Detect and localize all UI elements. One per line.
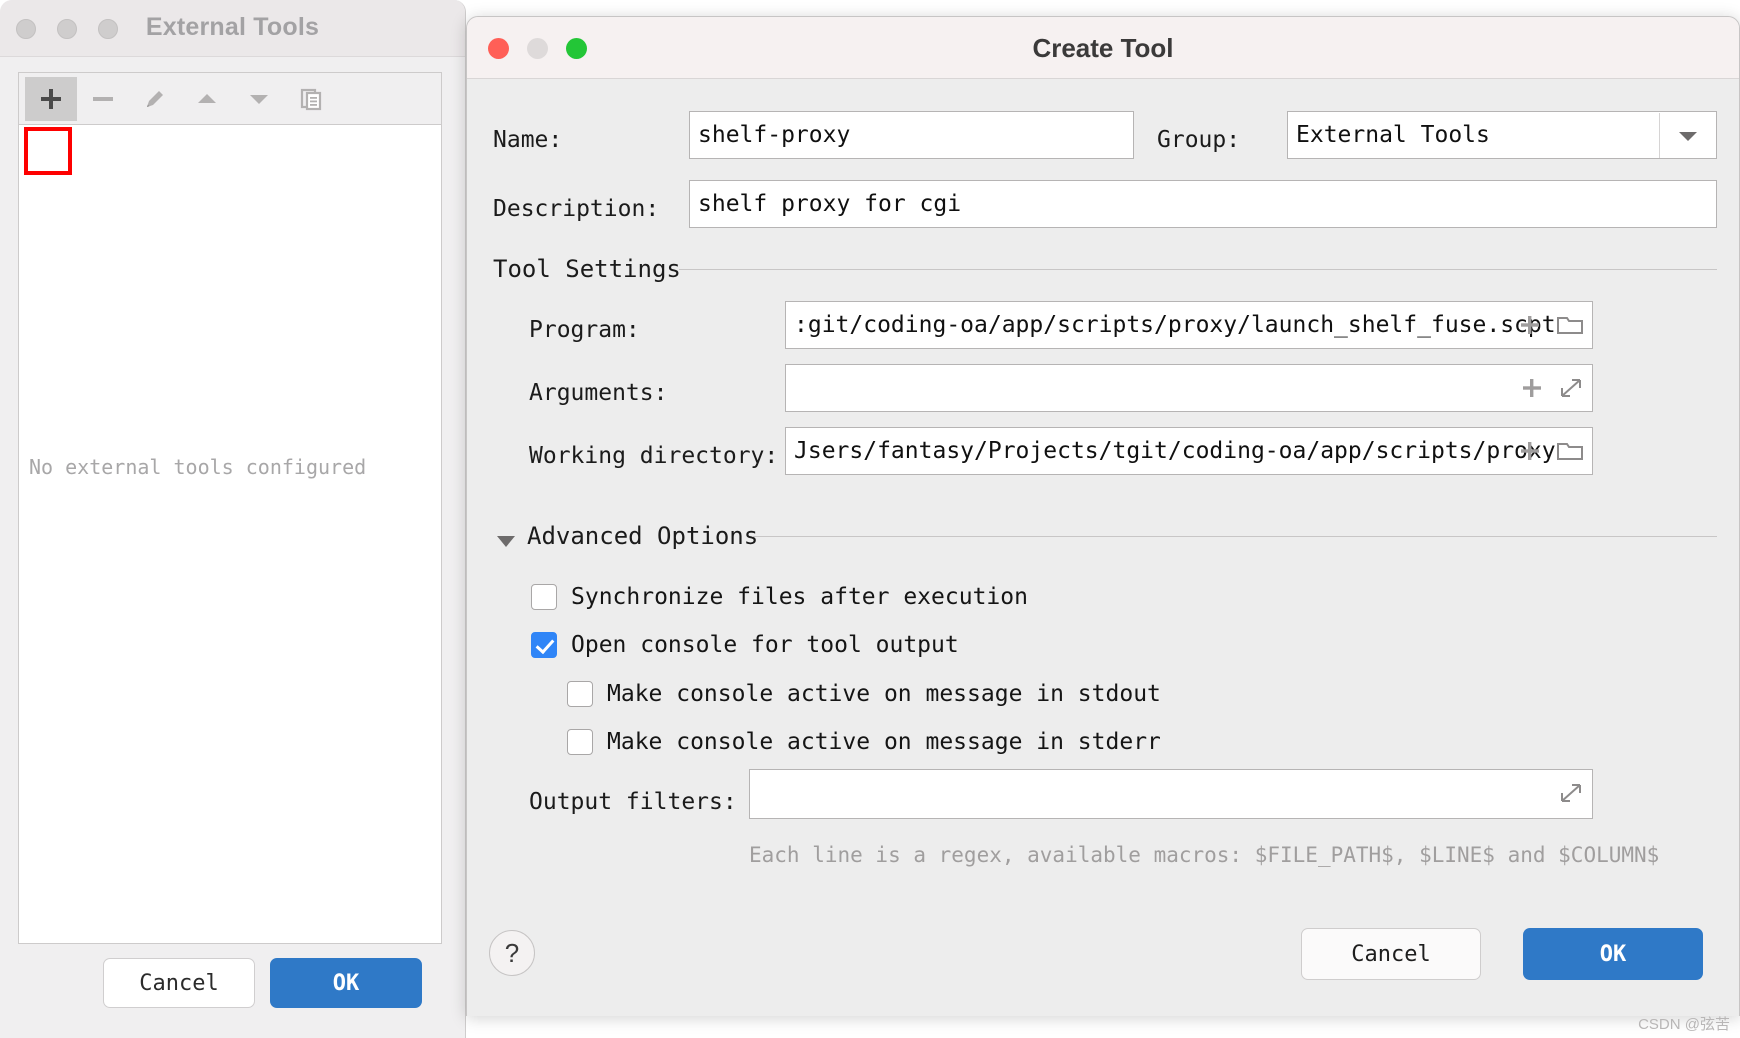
create-tool-body: Name: shelf-proxy Group: External Tools … — [467, 79, 1739, 1016]
external-tools-empty-message: No external tools configured — [29, 455, 367, 479]
move-tool-up-button[interactable] — [181, 77, 233, 121]
working-directory-value: Jsers/fantasy/Projects/tgit/coding-oa/ap… — [794, 438, 1556, 464]
copy-icon — [300, 88, 322, 110]
working-directory-field-icons — [1518, 428, 1584, 474]
arguments-input[interactable] — [785, 364, 1593, 412]
external-tools-window: External Tools No external tools configu… — [0, 0, 466, 1038]
create-tool-window: Create Tool Name: shelf-proxy Group: Ext… — [466, 16, 1740, 1016]
create-tool-title: Create Tool — [1032, 33, 1174, 63]
chevron-down-icon — [1678, 132, 1697, 141]
remove-tool-button[interactable] — [77, 77, 129, 121]
browse-folder-icon[interactable] — [1556, 439, 1584, 463]
cancel-button[interactable]: Cancel — [1301, 928, 1481, 980]
program-field-icons — [1518, 302, 1584, 348]
arguments-field-icons — [1520, 365, 1584, 411]
program-value: :git/coding-oa/app/scripts/proxy/launch_… — [794, 312, 1556, 338]
external-tools-body: No external tools configured Cancel OK — [0, 57, 465, 1038]
tool-settings-divider — [679, 269, 1717, 270]
name-input[interactable]: shelf-proxy — [689, 111, 1134, 159]
working-directory-input[interactable]: Jsers/fantasy/Projects/tgit/coding-oa/ap… — [785, 427, 1593, 475]
group-select[interactable]: External Tools — [1287, 111, 1717, 159]
triangle-down-icon[interactable] — [495, 532, 517, 550]
group-dropdown-button[interactable] — [1659, 113, 1715, 158]
checkbox-box[interactable] — [567, 681, 593, 707]
output-filters-label: Output filters: — [529, 789, 737, 815]
arguments-label: Arguments: — [529, 380, 668, 406]
output-filters-field-icons — [1558, 770, 1584, 816]
plus-icon — [41, 88, 61, 109]
browse-folder-icon[interactable] — [1556, 313, 1584, 337]
checkbox-box[interactable] — [567, 729, 593, 755]
pencil-icon — [147, 90, 163, 107]
insert-macro-icon[interactable] — [1518, 313, 1542, 337]
external-tools-titlebar: External Tools — [0, 0, 465, 57]
program-label: Program: — [529, 317, 640, 343]
advanced-options-divider — [752, 536, 1717, 537]
description-label: Description: — [493, 196, 660, 222]
ok-button[interactable]: OK — [270, 958, 422, 1008]
copy-tool-button[interactable] — [285, 77, 337, 121]
advanced-options-label[interactable]: Advanced Options — [527, 522, 758, 550]
group-label: Group: — [1157, 127, 1241, 153]
group-select-value: External Tools — [1296, 122, 1490, 148]
create-tool-titlebar: Create Tool — [467, 17, 1739, 79]
help-button[interactable]: ? — [489, 930, 535, 976]
working-directory-label: Working directory: — [529, 443, 779, 469]
external-tools-list[interactable]: No external tools configured — [19, 125, 441, 943]
checkbox-console-active-stdout[interactable]: Make console active on message in stdout — [567, 681, 1161, 707]
checkbox-box[interactable] — [531, 584, 557, 610]
external-tools-toolbar — [19, 73, 441, 125]
expand-icon[interactable] — [1558, 781, 1584, 805]
checkbox-open-console[interactable]: Open console for tool output — [531, 632, 959, 658]
add-tool-button[interactable] — [25, 76, 77, 121]
checkbox-synchronize-files[interactable]: Synchronize files after execution — [531, 584, 1028, 610]
edit-tool-button[interactable] — [129, 77, 181, 121]
minus-icon — [93, 96, 113, 101]
program-input[interactable]: :git/coding-oa/app/scripts/proxy/launch_… — [785, 301, 1593, 349]
checkbox-label: Make console active on message in stdout — [607, 681, 1161, 707]
move-tool-down-button[interactable] — [233, 77, 285, 121]
watermark: CSDN @弦苦 — [1638, 1016, 1730, 1033]
external-tools-footer: Cancel OK — [0, 938, 465, 1038]
checkbox-label: Make console active on message in stderr — [607, 729, 1161, 755]
name-label: Name: — [493, 127, 563, 153]
insert-macro-icon[interactable] — [1518, 439, 1542, 463]
screen: External Tools No external tools configu… — [0, 0, 1740, 1038]
external-tools-title: External Tools — [145, 13, 320, 41]
expand-icon[interactable] — [1558, 376, 1584, 400]
cancel-button[interactable]: Cancel — [103, 958, 255, 1008]
external-tools-panel: No external tools configured — [18, 72, 442, 944]
checkbox-box[interactable] — [531, 632, 557, 658]
output-filters-input[interactable] — [749, 769, 1593, 819]
checkbox-label: Open console for tool output — [571, 632, 959, 658]
create-tool-footer: ? Cancel OK — [467, 906, 1739, 1016]
tool-settings-section-label: Tool Settings — [493, 255, 681, 283]
insert-macro-icon[interactable] — [1520, 376, 1544, 400]
checkbox-label: Synchronize files after execution — [571, 584, 1028, 610]
output-filters-hint: Each line is a regex, available macros: … — [749, 843, 1660, 867]
description-input[interactable]: shelf proxy for cgi — [689, 180, 1717, 228]
checkbox-console-active-stderr[interactable]: Make console active on message in stderr — [567, 729, 1161, 755]
ok-button[interactable]: OK — [1523, 928, 1703, 980]
triangle-up-icon — [198, 93, 216, 103]
triangle-down-icon — [250, 94, 268, 104]
